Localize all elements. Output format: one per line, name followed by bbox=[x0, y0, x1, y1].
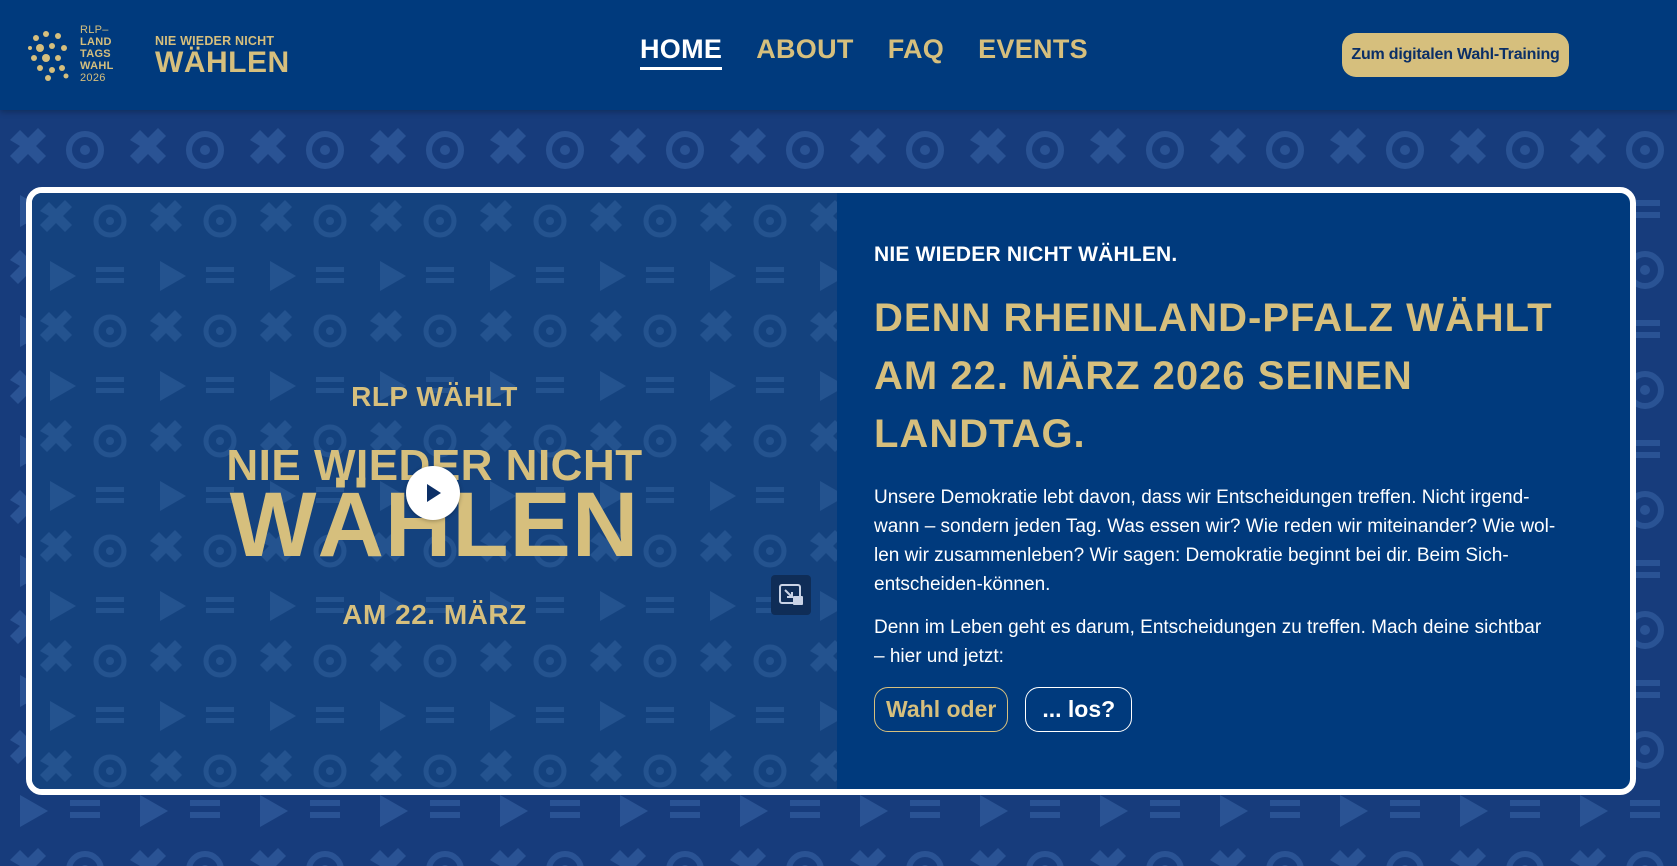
hero-video[interactable]: RLP WÄHLT NIE WIEDER NICHT WÄHLEN AM 22.… bbox=[32, 193, 837, 789]
headline-line: AM 22. MÄRZ 2026 SEINEN bbox=[874, 354, 1413, 398]
hero-paragraph-1: Unsere Demokratie lebt davon, dass wir E… bbox=[874, 483, 1614, 599]
picture-in-picture-icon[interactable] bbox=[771, 575, 811, 615]
paragraph-line: entscheiden-können. bbox=[874, 574, 1051, 595]
video-line-rlp: RLP WÄHLT bbox=[351, 381, 518, 412]
nav-item-faq[interactable]: FAQ bbox=[888, 34, 944, 70]
logo-small-line: RLP– bbox=[80, 24, 109, 36]
logo-small-line: LAND bbox=[80, 36, 112, 48]
nav-item-about[interactable]: ABOUT bbox=[756, 34, 854, 70]
wahl-training-button[interactable]: Zum digitalen Wahl-Training bbox=[1342, 33, 1569, 77]
logo-small-line: 2026 bbox=[80, 72, 106, 84]
paragraph-line: – hier und jetzt: bbox=[874, 646, 1004, 667]
video-line-date: AM 22. MÄRZ bbox=[342, 599, 527, 630]
headline-line: DENN RHEINLAND-PFALZ WÄHLT bbox=[874, 296, 1553, 340]
hero-paragraph-2: Denn im Leben geht es darum, Entscheidun… bbox=[874, 613, 1614, 671]
hero-kicker: NIE WIEDER NICHT WÄHLEN. bbox=[874, 243, 1178, 266]
paragraph-line: len wir zusammenleben? Wir sagen: Demokr… bbox=[874, 545, 1509, 566]
paragraph-line: wann – sondern jeden Tag. Was essen wir?… bbox=[874, 516, 1556, 537]
paragraph-line: Unsere Demokratie lebt davon, dass wir E… bbox=[874, 487, 1530, 508]
hero-card: RLP WÄHLT NIE WIEDER NICHT WÄHLEN AM 22.… bbox=[26, 187, 1636, 795]
rlp-logo-icon[interactable] bbox=[26, 24, 74, 84]
play-icon[interactable] bbox=[406, 466, 460, 520]
paragraph-line: Denn im Leben geht es darum, Entscheidun… bbox=[874, 617, 1542, 638]
campaign-logo-line2: WÄHLEN bbox=[155, 46, 290, 79]
headline-line: LANDTAG. bbox=[874, 412, 1086, 456]
logo-wordmark-small: RLP– LAND TAGS WAHL 2026 bbox=[80, 24, 114, 84]
hero-content: NIE WIEDER NICHT WÄHLEN. DENN RHEINLAND-… bbox=[874, 243, 1614, 732]
campaign-logo[interactable]: NIE WIEDER NICHT WÄHLEN bbox=[155, 34, 290, 78]
nav-item-events[interactable]: EVENTS bbox=[978, 34, 1088, 70]
nav-item-home[interactable]: HOME bbox=[640, 34, 723, 70]
hero-buttons: Wahl oder ... los? bbox=[874, 687, 1614, 732]
hero-headline: DENN RHEINLAND-PFALZ WÄHLT AM 22. MÄRZ 2… bbox=[874, 289, 1614, 463]
wahl-oder-button[interactable]: Wahl oder bbox=[874, 687, 1009, 732]
logo-small-line: TAGS bbox=[80, 48, 111, 60]
logo-small-line: WAHL bbox=[80, 60, 114, 72]
los-button[interactable]: ... los? bbox=[1025, 687, 1133, 732]
site-header: RLP– LAND TAGS WAHL 2026 NIE WIEDER NICH… bbox=[0, 0, 1677, 110]
main-nav: HOME ABOUT FAQ EVENTS bbox=[640, 34, 1088, 70]
